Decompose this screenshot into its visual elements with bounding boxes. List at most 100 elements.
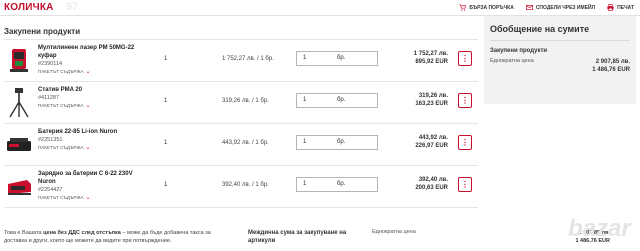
line-total: 392,40 лв. 200,63 EUR (415, 176, 448, 192)
product-image-laser[interactable] (4, 44, 34, 76)
line-total-eur: 163,23 EUR (415, 101, 448, 107)
top-bar: КОЛИЧКА 97 БЪРЗА ПОРЪЧКА СПОДЕЛИ ЧРЕЗ ИМ… (0, 0, 640, 16)
line-total: 319,26 лв. 163,23 EUR (415, 92, 448, 108)
summary-label: Закупени продукти (490, 48, 548, 54)
summary-values: 2 907,85 лв. 1 486,76 EUR (592, 58, 630, 74)
chevron-down-icon: ⌄ (85, 195, 91, 201)
quantity-text: 1 (164, 140, 168, 146)
product-code: #2251351 (38, 137, 63, 143)
product-name[interactable]: Зарядно за батерии C 6-22 230V Nuron (38, 170, 148, 186)
quantity-value: 1 (303, 181, 307, 187)
cart-row: Батерия 22-85 Li-ion Nuron #2251351 ПАКЕ… (4, 124, 478, 166)
quantity-text: 1 (164, 56, 168, 62)
footer-note-part1: Това е Вашата (4, 230, 44, 236)
summary-title: Обобщение на сумите (490, 24, 590, 34)
line-total-bgn: 319,26 лв. (418, 93, 448, 99)
product-code: #2254427 (38, 187, 63, 193)
package-contents-label: ПАКЕТЪТ СЪДЪРЖА (38, 69, 84, 74)
product-name[interactable]: Статив PMA 20 (38, 86, 148, 94)
share-email-label: СПОДЕЛИ ЧРЕЗ ИМЕЙЛ (535, 4, 596, 11)
battery-icon (7, 138, 31, 151)
package-contents-toggle[interactable]: ПАКЕТЪТ СЪДЪРЖА ⌄ (38, 102, 148, 110)
product-info: Зарядно за батерии C 6-22 230V Nuron #22… (38, 170, 148, 202)
print-icon (607, 4, 614, 11)
product-image-battery[interactable] (4, 128, 34, 160)
line-total-eur: 895,92 EUR (415, 59, 448, 65)
cart-icon (459, 4, 467, 11)
subtotal-mode: Еднократна цена (372, 229, 416, 235)
quantity-unit: бр. (337, 55, 346, 61)
product-name[interactable]: Мултилинеен лазер PM 50MG-22 куфар (38, 44, 148, 60)
package-contents-toggle[interactable]: ПАКЕТЪТ СЪДЪРЖА ⌄ (38, 68, 148, 76)
package-contents-label: ПАКЕТЪТ СЪДЪРЖА (38, 195, 84, 200)
line-total-eur: 200,63 EUR (415, 185, 448, 191)
charger-icon (8, 180, 31, 195)
quick-order-link[interactable]: БЪРЗА ПОРЪЧКА (459, 4, 514, 11)
unit-price: 319,26 лв. / 1 бр. (222, 98, 269, 104)
page-title: КОЛИЧКА (4, 2, 54, 13)
summary-total-bgn: 2 907,85 лв. (595, 59, 630, 65)
row-menu-button[interactable]: ⋮ (458, 135, 472, 150)
line-total-eur: 226,97 EUR (415, 143, 448, 149)
summary-panel: Обобщение на сумите Закупени продукти Ед… (484, 16, 636, 104)
chevron-down-icon: ⌄ (85, 145, 91, 151)
subtotal-label: Междинна сума за закупуване на артикули (248, 230, 347, 244)
quantity-input[interactable]: 1 бр. (296, 51, 378, 66)
section-title: Закупени продукти (4, 27, 81, 36)
package-contents-label: ПАКЕТЪТ СЪДЪРЖА (38, 145, 84, 150)
chevron-down-icon: ⌄ (85, 69, 91, 75)
product-info: Статив PMA 20 #411287 ПАКЕТЪТ СЪДЪРЖА ⌄ (38, 86, 148, 110)
quantity-text: 1 (164, 182, 168, 188)
product-info: Батерия 22-85 Li-ion Nuron #2251351 ПАКЕ… (38, 128, 148, 152)
bazar-logo: bazar (566, 204, 636, 248)
quantity-input[interactable]: 1 бр. (296, 93, 378, 108)
quantity-input[interactable]: 1 бр. (296, 135, 378, 150)
cart-main: Закупени продукти Мултилинеен лазер PM 5… (0, 16, 478, 251)
quantity-value: 1 (303, 139, 307, 145)
print-link[interactable]: ПЕЧАТ (607, 4, 634, 11)
laser-level-icon (10, 49, 28, 72)
product-info: Мултилинеен лазер PM 50MG-22 куфар #2390… (38, 44, 148, 76)
product-name[interactable]: Батерия 22-85 Li-ion Nuron (38, 128, 148, 136)
line-total: 443,92 лв. 226,97 EUR (415, 134, 448, 150)
product-image-charger[interactable] (4, 170, 34, 202)
quantity-unit: бр. (337, 139, 346, 145)
summary-divider (490, 40, 630, 41)
product-code: #411287 (38, 95, 60, 101)
chevron-down-icon: ⌄ (85, 103, 91, 109)
footer-note-bold: цена без ДДС след отстъпка (43, 230, 121, 236)
row-menu-button[interactable]: ⋮ (458, 177, 472, 192)
tripod-icon (9, 88, 29, 118)
line-total-bgn: 392,40 лв. (418, 177, 448, 183)
line-total-bgn: 1 752,27 лв. (413, 51, 448, 57)
quantity-value: 1 (303, 55, 307, 61)
quantity-text: 1 (164, 98, 168, 104)
quantity-input[interactable]: 1 бр. (296, 177, 378, 192)
unit-price: 1 752,27 лв. / 1 бр. (222, 56, 274, 62)
mail-icon (525, 5, 533, 10)
footer-note: Това е Вашата цена без ДДС след отстъпка… (4, 229, 230, 245)
product-code: #2390114 (38, 61, 63, 67)
quantity-value: 1 (303, 97, 307, 103)
share-email-link[interactable]: СПОДЕЛИ ЧРЕЗ ИМЕЙЛ (525, 4, 596, 11)
package-contents-toggle[interactable]: ПАКЕТЪТ СЪДЪРЖА ⌄ (38, 144, 148, 152)
summary-mode: Еднократна цена (490, 58, 534, 64)
top-links: БЪРЗА ПОРЪЧКА СПОДЕЛИ ЧРЕЗ ИМЕЙЛ ПЕЧАТ (459, 4, 634, 11)
quick-order-label: БЪРЗА ПОРЪЧКА (469, 4, 514, 11)
svg-text:bazar: bazar (568, 215, 632, 242)
unit-price: 392,40 лв. / 1 бр. (222, 182, 269, 188)
quantity-unit: бр. (337, 181, 346, 187)
cart-row: Статив PMA 20 #411287 ПАКЕТЪТ СЪДЪРЖА ⌄ … (4, 82, 478, 124)
cart-row: Зарядно за батерии C 6-22 230V Nuron #22… (4, 166, 478, 208)
row-menu-button[interactable]: ⋮ (458, 51, 472, 66)
line-total-bgn: 443,92 лв. (418, 135, 448, 141)
line-total: 1 752,27 лв. 895,92 EUR (414, 50, 448, 66)
row-menu-button[interactable]: ⋮ (458, 93, 472, 108)
section-header: Закупени продукти (4, 22, 478, 40)
cart-row: Мултилинеен лазер PM 50MG-22 куфар #2390… (4, 40, 478, 82)
quantity-unit: бр. (337, 97, 346, 103)
package-contents-toggle[interactable]: ПАКЕТЪТ СЪДЪРЖА ⌄ (38, 194, 148, 202)
product-image-tripod[interactable] (4, 86, 34, 118)
bazar-logo-icon: bazar (568, 215, 632, 242)
print-label: ПЕЧАТ (617, 4, 634, 11)
